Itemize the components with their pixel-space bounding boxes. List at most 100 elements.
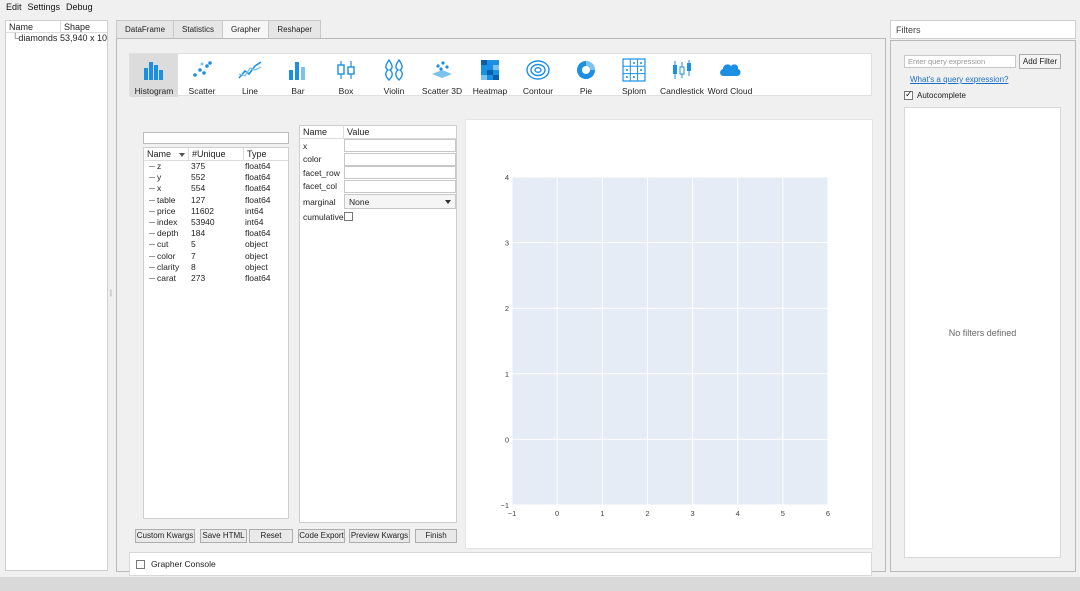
column-row-color[interactable]: ─ color 7 object [144,251,288,262]
column-row-carat[interactable]: ─ carat 273 float64 [144,273,288,284]
column-name: ─ z [144,161,189,172]
dataframe-shape: 53,940 x 10 [59,33,107,43]
prop-x-field[interactable] [344,139,456,153]
custom-kwargs-button[interactable]: Custom Kwargs [135,529,195,543]
y-tick-label: 4 [505,173,509,182]
pie-icon [577,61,595,79]
dataframe-list: Name Shape └ diamonds 53,940 x 10 [5,20,108,571]
save-html-button[interactable]: Save HTML [200,529,247,543]
column-row-y[interactable]: ─ y 552 float64 [144,172,288,183]
prop-color-field[interactable] [344,152,456,166]
column-type: float64 [245,161,271,171]
chart-type-label: Violin [383,86,405,96]
chart-type-box[interactable]: Box [322,54,370,97]
tab-grapher[interactable]: Grapher [222,20,270,39]
col-header-name-label: Name [147,149,172,159]
chart-type-label: Pie [579,86,593,96]
histogram-icon [144,62,163,80]
column-unique: 53940 [191,216,215,227]
tab-reshaper[interactable]: Reshaper [268,20,322,38]
chart-type-candlestick[interactable]: Candlestick [658,54,706,97]
autocomplete-option[interactable]: Autocomplete [904,89,966,100]
candlestick-icon [673,60,691,79]
chart-type-label: Scatter 3D [421,86,463,96]
add-filter-button[interactable]: Add Filter [1019,54,1061,69]
column-name-text: depth [157,228,179,239]
columns-table-rows: ─ z 375 float64 ─ y 552 float64 ─ x 554 float64 ─ tab… [144,161,288,284]
reset-button[interactable]: Reset [249,529,293,543]
column-unique: 273 [191,272,206,283]
marginal-select[interactable]: None [344,194,456,209]
col-header-type[interactable]: Type [244,148,288,160]
properties-panel: Name Value x color facet_row facet_col m… [299,125,457,523]
chart-type-splom[interactable]: Splom [610,54,658,97]
grapher-body: Histogram Scatter Line Bar Box Violin Sc… [116,38,886,576]
prop-facet-row-field[interactable] [344,166,456,180]
menu-settings[interactable]: Settings [28,2,61,12]
chart-type-bar[interactable]: Bar [274,54,322,97]
chart-type-label: Heatmap [472,86,508,96]
tab-dataframe[interactable]: DataFrame [116,20,175,38]
column-name: ─ cut [144,239,189,250]
prop-label: cumulative [303,211,344,222]
box-icon [337,61,355,79]
column-type: object [245,239,268,250]
columns-table: Name #Unique Type ─ z 375 float64 ─ y 552 float… [143,147,289,519]
chart-type-label: Candlestick [660,86,704,96]
code-export-button[interactable]: Code Export [298,529,345,543]
menu-debug[interactable]: Debug [66,2,93,12]
chart-type-word-cloud[interactable]: Word Cloud [706,54,754,97]
menu-edit[interactable]: Edit [6,2,22,12]
plot-area[interactable]: −1 0 1 2 3 4 5 6 −1 0 1 2 3 4 [465,119,873,549]
column-unique: 375 [191,161,206,171]
grapher-console-bar: Grapher Console [129,552,872,576]
chart-type-violin[interactable]: Violin [370,54,418,97]
chart-type-line[interactable]: Line [226,54,274,97]
column-row-cut[interactable]: ─ cut 5 object [144,239,288,250]
finish-button[interactable]: Finish [415,529,457,543]
column-search-input[interactable] [143,132,289,144]
prop-facet-col-field[interactable] [344,179,456,193]
col-header-name[interactable]: Name [144,148,189,160]
chevron-down-icon [445,199,451,204]
splitter-handle[interactable]: | [110,290,112,298]
chart-type-contour[interactable]: Contour [514,54,562,97]
column-row-table[interactable]: ─ table 127 float64 [144,195,288,206]
grapher-console-checkbox[interactable] [136,559,145,569]
column-row-price[interactable]: ─ price 11602 int64 [144,206,288,217]
column-type: object [245,261,268,272]
tree-branch-icon: ─ [149,172,156,183]
header-shape[interactable]: Shape [61,21,107,32]
tree-branch-icon: ─ [149,261,156,272]
filters-title: Filters [890,20,1076,39]
chart-type-scatter-3d[interactable]: Scatter 3D [418,54,466,97]
autocomplete-label: Autocomplete [917,91,966,100]
tab-statistics[interactable]: Statistics [173,20,224,38]
column-row-z[interactable]: ─ z 375 float64 [144,161,288,172]
autocomplete-checkbox[interactable] [904,89,913,100]
chart-type-heatmap[interactable]: Heatmap [466,54,514,97]
col-header-unique[interactable]: #Unique [189,148,244,160]
chart-type-histogram[interactable]: Histogram [130,54,178,97]
query-help-link[interactable]: What's a query expression? [910,75,1008,84]
header-name[interactable]: Name [6,21,61,32]
x-tick-label: 1 [600,509,604,518]
x-tick-label: −1 [508,509,517,518]
column-name: ─ x [144,183,189,194]
column-type: int64 [245,205,264,216]
column-name: ─ y [144,172,189,183]
dataframe-row-diamonds[interactable]: └ diamonds 53,940 x 10 [6,33,107,44]
column-name: ─ clarity [144,262,189,273]
tree-branch-icon: ─ [149,250,156,261]
query-expression-input[interactable]: Enter query expression [904,55,1016,68]
column-row-clarity[interactable]: ─ clarity 8 object [144,262,288,273]
column-name-text: y [157,172,162,183]
contour-icon [526,60,550,80]
preview-kwargs-button[interactable]: Preview Kwargs [349,529,410,543]
column-row-index[interactable]: ─ index 53940 int64 [144,217,288,228]
cumulative-checkbox[interactable] [344,212,353,222]
chart-type-pie[interactable]: Pie [562,54,610,97]
chart-type-scatter[interactable]: Scatter [178,54,226,97]
column-row-x[interactable]: ─ x 554 float64 [144,183,288,194]
column-row-depth[interactable]: ─ depth 184 float64 [144,228,288,239]
